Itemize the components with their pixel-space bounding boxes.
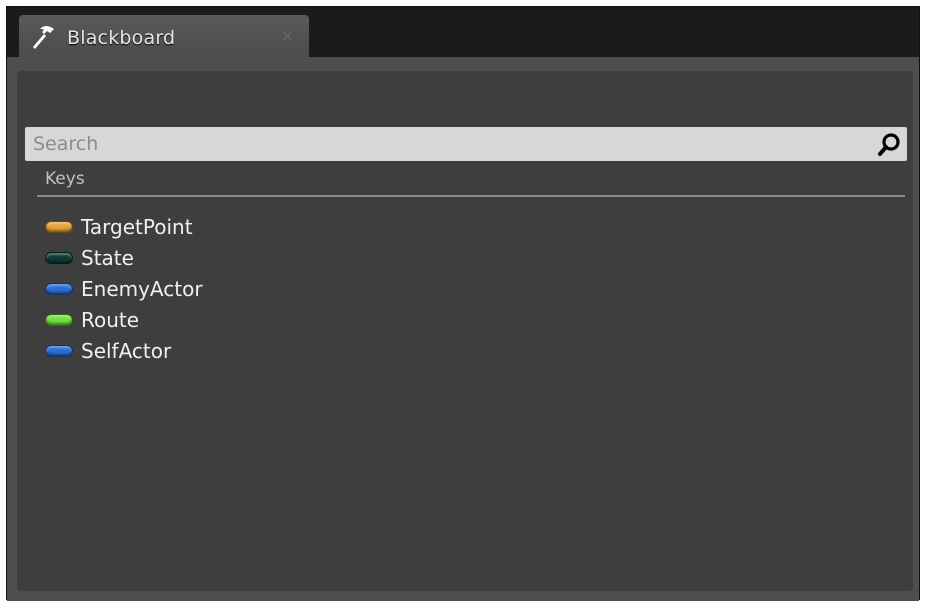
keys-header: Keys [45, 169, 85, 189]
key-label: TargetPoint [81, 214, 193, 239]
key-list: TargetPoint State EnemyActor Route SelfA… [45, 211, 203, 366]
tab-bar: Blackboard × [7, 7, 919, 59]
blackboard-panel: Keys TargetPoint State EnemyActor Rout [17, 71, 913, 591]
search-icon[interactable] [877, 131, 903, 157]
key-type-pill-icon [45, 282, 73, 295]
key-item-route[interactable]: Route [45, 304, 203, 335]
keys-divider [37, 195, 905, 197]
key-item-targetpoint[interactable]: TargetPoint [45, 211, 203, 242]
key-type-pill-icon [45, 220, 73, 233]
close-icon[interactable]: × [281, 27, 294, 45]
key-label: SelfActor [81, 338, 172, 363]
tab-blackboard[interactable]: Blackboard × [19, 15, 309, 59]
tab-title: Blackboard [67, 27, 176, 49]
key-type-pill-icon [45, 251, 73, 264]
key-label: EnemyActor [81, 276, 203, 301]
search-input[interactable] [25, 127, 865, 161]
key-item-state[interactable]: State [45, 242, 203, 273]
key-type-pill-icon [45, 344, 73, 357]
key-item-selfactor[interactable]: SelfActor [45, 335, 203, 366]
blackboard-window: Blackboard × Keys TargetPoint [6, 6, 920, 601]
key-label: Route [81, 307, 140, 332]
panel-border: Keys TargetPoint State EnemyActor Rout [7, 57, 919, 601]
key-item-enemyactor[interactable]: EnemyActor [45, 273, 203, 304]
hammer-icon [33, 26, 54, 49]
key-label: State [81, 245, 134, 270]
search-bar [25, 127, 907, 161]
key-type-pill-icon [45, 313, 73, 326]
